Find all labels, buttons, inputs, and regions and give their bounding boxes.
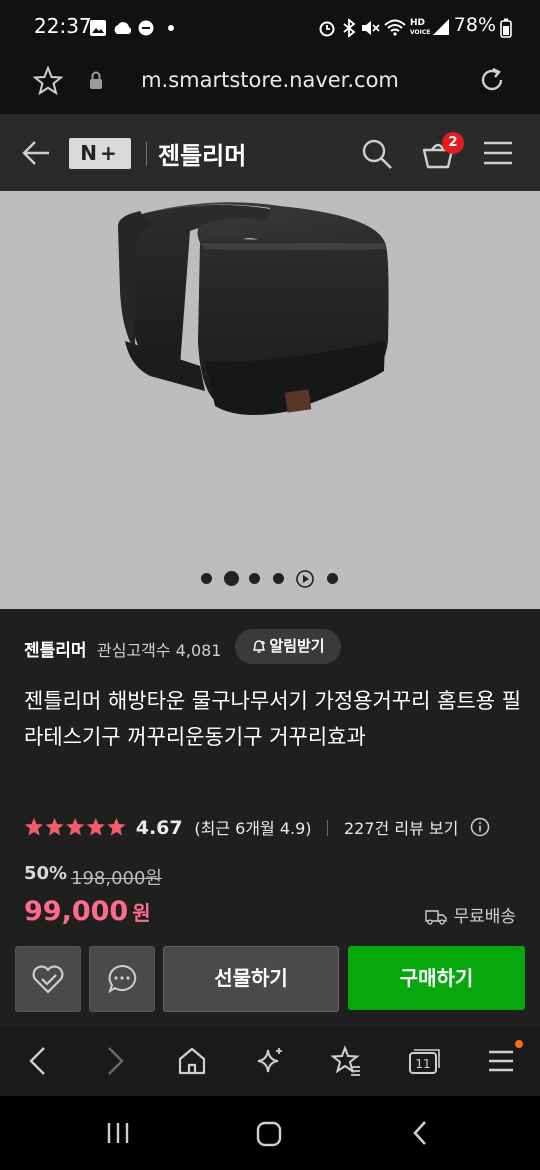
- store-name[interactable]: 젠틀리머: [24, 636, 87, 661]
- recents-icon[interactable]: [105, 1121, 131, 1145]
- mute-icon: [362, 21, 380, 35]
- wishlist-button[interactable]: [15, 946, 81, 1012]
- browser-menu-icon[interactable]: [487, 1048, 515, 1074]
- system-back-icon[interactable]: [410, 1119, 430, 1147]
- hd-voice-icon: HD VOICE: [410, 18, 431, 37]
- rating-score: 4.67: [135, 817, 183, 839]
- browser-forward-icon[interactable]: [105, 1046, 127, 1076]
- shipping-info: 무료배송: [425, 902, 516, 927]
- url-text[interactable]: m.smartstore.naver.com: [0, 68, 540, 92]
- original-price: 198,000원: [71, 868, 162, 889]
- gallery-icon: [90, 20, 106, 36]
- rating-row: 4.67 (최근 6개월 4.9) 227건 리뷰 보기: [24, 815, 490, 841]
- info-icon[interactable]: [470, 817, 490, 837]
- system-home-icon[interactable]: [256, 1121, 282, 1147]
- product-title: 젠틀리머 해방타운 물구나무서기 가정용거꾸리 홈트용 필라테스기구 꺼꾸리운동…: [24, 689, 522, 749]
- divider: [327, 820, 329, 836]
- clock: 22:37: [34, 14, 92, 38]
- wifi-icon: [384, 19, 406, 36]
- bell-plus-icon: [253, 640, 266, 653]
- back-arrow-icon[interactable]: [21, 140, 51, 166]
- gift-button[interactable]: 선물하기: [163, 946, 339, 1012]
- product-image[interactable]: [0, 191, 540, 609]
- bluetooth-icon: [343, 18, 356, 38]
- dnd-icon: [138, 20, 154, 36]
- product-photo: [118, 202, 389, 415]
- buy-button[interactable]: 구매하기: [348, 946, 525, 1010]
- home-icon[interactable]: [177, 1046, 207, 1076]
- discount-rate: 50%: [24, 863, 68, 884]
- rating-stars: [25, 818, 126, 836]
- carousel-dot[interactable]: [249, 573, 260, 584]
- carousel-video-icon[interactable]: [296, 570, 314, 588]
- carousel-dot[interactable]: [327, 573, 338, 584]
- sparkle-icon[interactable]: [255, 1046, 285, 1076]
- menu-icon[interactable]: [483, 141, 513, 165]
- battery-icon: [500, 18, 512, 38]
- sale-price-value: 99,000: [24, 896, 129, 927]
- store-brand-title[interactable]: 젠틀리머: [158, 136, 246, 171]
- tabs-icon[interactable]: 11: [407, 1046, 441, 1076]
- browser-back-icon[interactable]: [26, 1046, 48, 1076]
- notify-button[interactable]: 알림받기: [235, 629, 341, 664]
- sale-price-unit: 원: [132, 901, 151, 925]
- truck-icon: [425, 910, 448, 925]
- chat-bubble-icon: [108, 964, 137, 994]
- heart-check-icon: [32, 965, 64, 994]
- bookmarks-icon[interactable]: [330, 1045, 362, 1077]
- header-divider: [146, 142, 147, 166]
- alarm-icon: [319, 21, 335, 37]
- sale-price: 99,000 원: [24, 896, 151, 927]
- carousel-dot-active[interactable]: [224, 571, 239, 586]
- notify-label: 알림받기: [269, 637, 325, 655]
- signal-icon: [433, 19, 449, 35]
- update-dot: [515, 1040, 523, 1048]
- carousel-dot[interactable]: [273, 573, 284, 584]
- review-link[interactable]: 227건 리뷰 보기: [344, 819, 458, 838]
- follower-count: 관심고객수 4,081: [97, 641, 222, 660]
- search-icon[interactable]: [361, 138, 393, 170]
- carousel-indicators[interactable]: [200, 570, 340, 588]
- notification-dot: [168, 25, 174, 31]
- recent-rating: (최근 6개월 4.9): [194, 819, 312, 838]
- talk-button[interactable]: [89, 946, 155, 1012]
- naver-plus-logo[interactable]: N+: [69, 138, 131, 169]
- shipping-label: 무료배송: [453, 907, 516, 927]
- cloud-icon: [114, 22, 132, 34]
- cart-count-badge: 2: [442, 132, 464, 154]
- svg-text:11: 11: [415, 1057, 430, 1071]
- carousel-dot[interactable]: [201, 573, 212, 584]
- battery-level: 78%: [453, 14, 496, 36]
- reload-icon[interactable]: [478, 66, 506, 94]
